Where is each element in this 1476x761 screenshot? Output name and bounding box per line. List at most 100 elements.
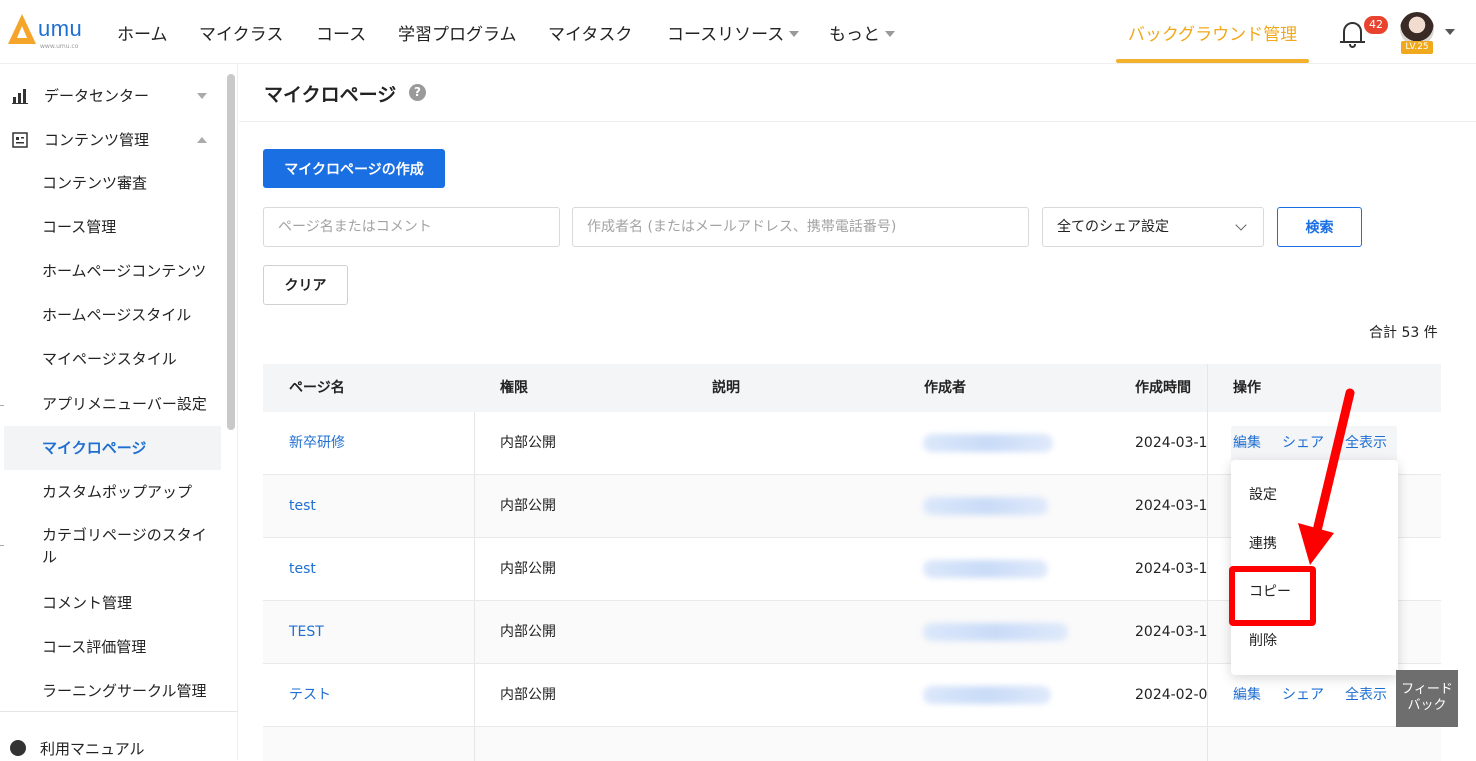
page-title: マイクロページ (264, 84, 397, 106)
sidebar-item-course-management[interactable]: コース管理 (4, 205, 221, 249)
table-header: ページ名 権限 説明 作成者 作成時間 操作 (263, 364, 1441, 412)
sidebar-item-app-menubar[interactable]: アプリメニューバー設定 (4, 382, 221, 426)
nav-learning-program[interactable]: 学習プログラム (398, 20, 517, 45)
column-separator (1207, 412, 1208, 474)
nav-course[interactable]: コース (316, 20, 366, 45)
share-setting-select[interactable]: 全てのシェア設定 (1042, 207, 1264, 247)
umu-logo[interactable]: umu www.umu.co (8, 12, 98, 52)
sidebar-item-micropage[interactable]: マイクロページ (4, 426, 221, 470)
sidebar-item-mypage-style[interactable]: マイページスタイル (4, 337, 221, 381)
create-micropage-button[interactable]: マイクロページの作成 (263, 149, 445, 188)
sidebar-group-label: データセンター (44, 87, 150, 105)
page-name-link[interactable]: test (263, 475, 474, 538)
permission-cell: 内部公開 (500, 687, 556, 703)
top-navigation-bar: umu www.umu.co ホーム マイクラス コース 学習プログラム マイタ… (0, 0, 1476, 64)
sidebar-item-comment-management[interactable]: コメント管理 (4, 581, 221, 625)
avatar-chevron-down-icon[interactable] (1445, 29, 1455, 35)
logo-mark-icon (8, 14, 36, 44)
nav-more[interactable]: もっと (829, 20, 895, 45)
question-icon[interactable]: ? (409, 84, 426, 101)
sidebar-group-content-management[interactable]: コンテンツ管理 (12, 129, 222, 151)
logo-subtext: www.umu.co (40, 43, 79, 50)
author-blurred (923, 560, 1048, 578)
column-separator (1207, 364, 1208, 412)
content-icon (12, 132, 28, 148)
sidebar-item-learning-circle[interactable]: ラーニングサークル管理 (4, 669, 221, 713)
sidebar-item-homepage-content[interactable]: ホームページコンテンツ (4, 249, 221, 293)
nav-home[interactable]: ホーム (117, 20, 168, 45)
created-time-cell: 2024-03-18 (1135, 498, 1207, 514)
sidebar-item-course-rating[interactable]: コース評価管理 (4, 625, 221, 669)
notification-badge: 42 (1364, 16, 1388, 34)
description-cell (686, 412, 898, 475)
page-name-link[interactable]: TEST (263, 601, 474, 664)
bell-clapper (1349, 44, 1356, 48)
bar-chart-icon (12, 89, 28, 104)
sidebar-item-user-manual[interactable]: 利用マニュアル (10, 738, 145, 760)
description-cell (686, 538, 898, 601)
nav-background-management[interactable]: バックグラウンド管理 (1116, 20, 1309, 64)
share-setting-value: 全てのシェア設定 (1057, 219, 1169, 235)
created-time-cell: 2024-03-18 (1135, 561, 1207, 577)
sidebar-item-content-review[interactable]: コンテンツ審査 (4, 161, 221, 205)
permission-cell: 内部公開 (500, 624, 556, 640)
feedback-button[interactable]: フィードバック (1396, 670, 1458, 727)
sidebar-item-custom-popup[interactable]: カスタムポップアップ (4, 470, 221, 514)
author-blurred (923, 434, 1053, 452)
total-count: 合計 53 件 (1369, 325, 1438, 341)
nav-my-class[interactable]: マイクラス (199, 20, 283, 45)
page-name-link[interactable]: test (263, 538, 474, 601)
created-time-cell: 2024-03-14 (1135, 624, 1207, 640)
author-blurred (923, 623, 1068, 641)
column-separator (474, 727, 475, 761)
column-separator (1207, 538, 1208, 600)
column-header-author: 作成者 (924, 380, 966, 396)
page-name-link[interactable]: 新卒研修 (263, 412, 474, 475)
logo-text: umu (38, 16, 83, 41)
bell-body (1343, 22, 1362, 42)
edge-tick (0, 405, 4, 406)
column-separator (1207, 601, 1208, 663)
created-time-cell: 2024-03-19 (1135, 435, 1207, 451)
annotation-arrow-icon (1298, 388, 1355, 565)
nav-more-label: もっと (829, 25, 880, 45)
help-circle-icon (10, 740, 26, 756)
level-badge: LV.25 (1401, 41, 1433, 54)
table-row (263, 727, 1441, 761)
author-blurred (923, 686, 1051, 704)
description-cell (686, 664, 898, 727)
bell-icon[interactable] (1340, 18, 1366, 48)
sidebar-item-homepage-style[interactable]: ホームページスタイル (4, 293, 221, 337)
title-divider (239, 121, 1476, 122)
created-time-cell: 2024-02-08 (1135, 687, 1207, 703)
search-button[interactable]: 検索 (1277, 207, 1362, 247)
chevron-down-icon (885, 31, 895, 37)
sidebar-scrollbar[interactable] (227, 74, 235, 430)
clear-button[interactable]: クリア (263, 265, 348, 305)
author-blurred (923, 497, 1048, 515)
permission-cell: 内部公開 (500, 498, 556, 514)
chevron-down-icon (789, 31, 800, 37)
chevron-down-icon (1235, 219, 1247, 231)
column-header-operations: 操作 (1233, 380, 1261, 396)
page-name-search-input[interactable] (263, 207, 560, 247)
column-header-created-time: 作成時間 (1135, 380, 1191, 396)
nav-course-resources-label: コースリソース (667, 25, 785, 45)
nav-my-task[interactable]: マイタスク (548, 20, 632, 45)
column-header-permission: 権限 (500, 380, 528, 396)
sidebar-item-category-page-style[interactable]: カテゴリページのスタイル (4, 524, 221, 570)
sidebar-group-data-center[interactable]: データセンター (12, 85, 222, 107)
chevron-up-icon (197, 137, 207, 143)
chevron-down-icon (197, 93, 207, 99)
dropdown-item-delete[interactable]: 削除 (1231, 617, 1398, 665)
nav-course-resources[interactable]: コースリソース (667, 20, 800, 45)
description-cell (686, 475, 898, 538)
column-separator (1207, 475, 1208, 537)
author-search-input[interactable] (572, 207, 1029, 247)
permission-cell: 内部公開 (500, 435, 556, 451)
sidebar: データセンター コンテンツ管理 コンテンツ審査 コース管理 ホームページコンテン… (0, 64, 238, 760)
page-name-link[interactable]: テスト (263, 664, 474, 727)
dropdown-item-copy[interactable]: コピー (1231, 568, 1398, 616)
permission-cell: 内部公開 (500, 561, 556, 577)
sidebar-group-label: コンテンツ管理 (44, 131, 150, 149)
